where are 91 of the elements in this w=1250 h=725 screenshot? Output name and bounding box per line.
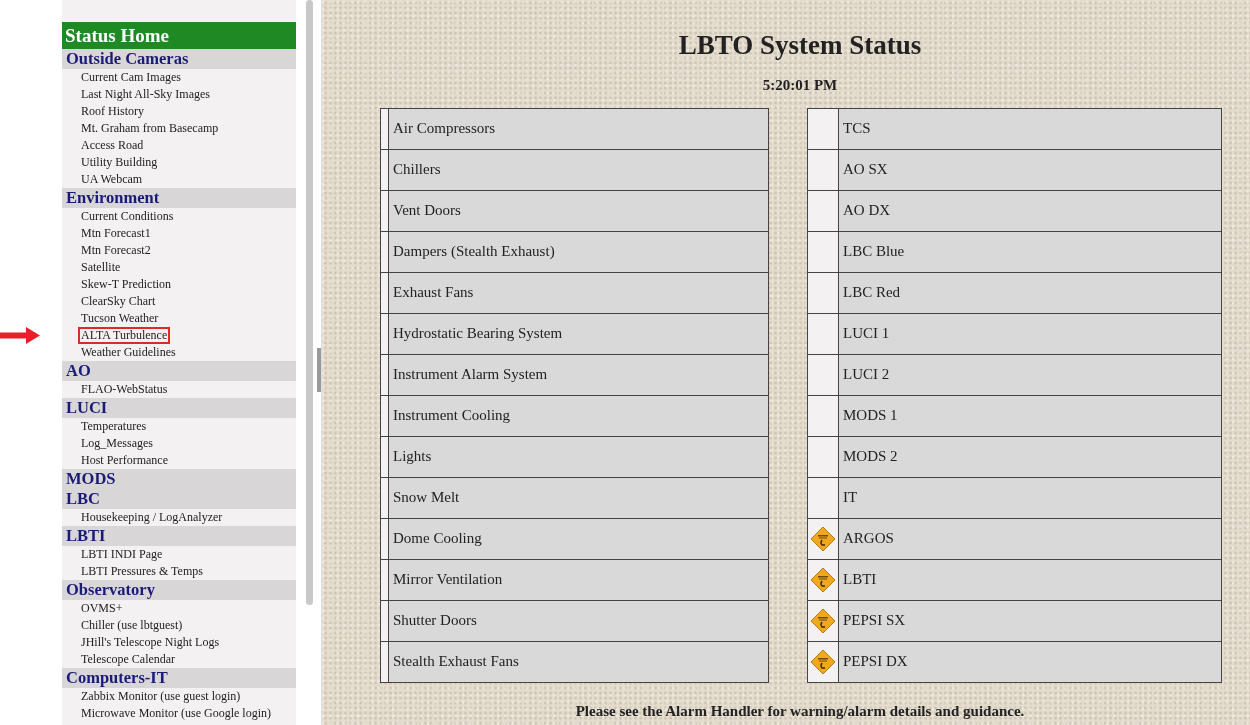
system-label: LBC Blue [838, 231, 1222, 272]
sidebar-link[interactable]: OVMS+ [78, 600, 126, 617]
system-label: Instrument Cooling [388, 395, 769, 436]
home-link[interactable]: Status Home [62, 22, 296, 49]
sidebar-link[interactable]: Housekeeping / LogAnalyzer [78, 509, 226, 526]
sidebar-link[interactable]: Log_Messages [78, 435, 156, 452]
system-label: Lights [388, 436, 769, 477]
sidebar-link[interactable]: Mtn Forecast2 [78, 242, 154, 259]
sidebar-link[interactable]: Last Night All-Sky Images [78, 86, 213, 103]
status-indicator [380, 559, 389, 600]
status-indicator [380, 190, 389, 231]
system-label: PEPSI SX [838, 600, 1222, 641]
system-label: Dampers (Stealth Exhaust) [388, 231, 769, 272]
status-indicator [380, 641, 389, 682]
scrollbar-thumb[interactable] [306, 0, 313, 605]
sidebar-link[interactable]: Mtn Forecast1 [78, 225, 154, 242]
system-label: Hydrostatic Bearing System [388, 313, 769, 354]
system-label: AO DX [838, 190, 1222, 231]
status-indicator [380, 272, 389, 313]
system-label: Shutter Doors [388, 600, 769, 641]
section-heading[interactable]: Environment [62, 188, 296, 208]
sidebar-link[interactable]: FLAO-WebStatus [78, 381, 171, 398]
system-label: Instrument Alarm System [388, 354, 769, 395]
warning-sign-icon [810, 525, 836, 552]
footer-note: Please see the Alarm Handler for warning/alarm details and guidance. [574, 701, 1026, 721]
sidebar-link[interactable]: Chiller (use lbtguest) [78, 617, 186, 634]
status-indicator [380, 477, 389, 518]
system-label: Chillers [388, 149, 769, 190]
warning-sign-icon [810, 566, 836, 593]
system-label: LBC Red [838, 272, 1222, 313]
system-label: AO SX [838, 149, 1222, 190]
system-label: Air Compressors [388, 108, 769, 149]
section-heading[interactable]: Outside Cameras [62, 49, 296, 69]
system-label: Vent Doors [388, 190, 769, 231]
sidebar-link[interactable]: Telescope Calendar [78, 651, 179, 668]
sidebar-link[interactable]: Zabbix Monitor (use guest login) [78, 688, 244, 705]
sidebar-link[interactable]: Weather Guidelines [78, 344, 179, 361]
system-label: IT [838, 477, 1222, 518]
sidebar-link[interactable]: Temperatures [78, 418, 150, 435]
section-heading[interactable]: LUCI [62, 398, 296, 418]
status-indicator [380, 231, 389, 272]
system-label: LUCI 2 [838, 354, 1222, 395]
page-title: LBTO System Status [677, 29, 923, 62]
sidebar-link[interactable]: Access Road [78, 137, 147, 154]
status-indicator [380, 313, 389, 354]
system-label: Stealth Exhaust Fans [388, 641, 769, 682]
section-heading[interactable]: Observatory [62, 580, 296, 600]
section-heading[interactable]: MODS [62, 469, 296, 489]
sidebar-link[interactable]: Microwave Monitor (use Google login) [78, 705, 274, 722]
sidebar-link[interactable]: JHill's Telescope Night Logs [78, 634, 223, 651]
status-indicator [380, 436, 389, 477]
system-label: Mirror Ventilation [388, 559, 769, 600]
warning-sign-icon [810, 607, 836, 634]
sidebar-link[interactable]: Mt. Graham from Basecamp [78, 120, 222, 137]
section-heading[interactable]: LBC [62, 489, 296, 509]
system-label: Dome Cooling [388, 518, 769, 559]
system-label: Exhaust Fans [388, 272, 769, 313]
sidebar-link[interactable]: ClearSky Chart [78, 293, 159, 310]
status-indicator [380, 108, 389, 149]
sidebar-link[interactable]: Roof History [78, 103, 147, 120]
sidebar-link[interactable]: Skew-T Prediction [78, 276, 175, 293]
warning-sign-icon [810, 648, 836, 675]
status-indicator [380, 149, 389, 190]
system-label: PEPSI DX [838, 641, 1222, 682]
sidebar-link[interactable]: Utility Building [78, 154, 161, 171]
system-label: LBTI [838, 559, 1222, 600]
status-indicator [380, 354, 389, 395]
system-label: LUCI 1 [838, 313, 1222, 354]
sidebar-link[interactable]: UA Webcam [78, 171, 146, 188]
sidebar-link[interactable]: Current Cam Images [78, 69, 184, 86]
sidebar-link[interactable]: LBTI Pressures & Temps [78, 563, 206, 580]
sidebar-link[interactable]: Satellite [78, 259, 124, 276]
status-indicator [380, 395, 389, 436]
system-label: ARGOS [838, 518, 1222, 559]
sidebar-link[interactable]: Tucson Weather [78, 310, 162, 327]
system-label: Snow Melt [388, 477, 769, 518]
status-indicator [380, 518, 389, 559]
section-heading[interactable]: LBTI [62, 526, 296, 546]
section-heading[interactable]: AO [62, 361, 296, 381]
sidebar-link[interactable]: Current Conditions [78, 208, 177, 225]
section-heading[interactable]: Computers-IT [62, 668, 296, 688]
sidebar-link[interactable]: Host Performance [78, 452, 171, 469]
resize-handle[interactable] [317, 348, 321, 392]
system-label: TCS [838, 108, 1222, 149]
system-label: MODS 1 [838, 395, 1222, 436]
system-label: MODS 2 [838, 436, 1222, 477]
pointer-arrow [0, 327, 40, 344]
sidebar-link[interactable]: LBTI INDI Page [78, 546, 166, 563]
status-indicator [380, 600, 389, 641]
sidebar-link[interactable]: ALTA Turbulence [78, 327, 171, 344]
clock-time: 5:20:01 PM [761, 76, 839, 95]
